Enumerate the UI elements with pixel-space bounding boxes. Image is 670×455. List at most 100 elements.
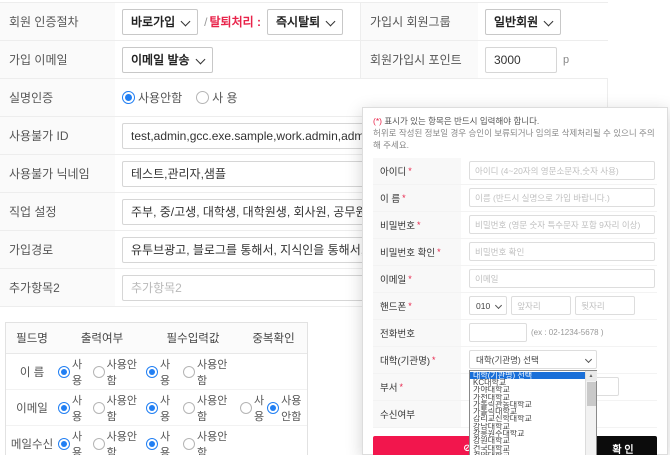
confirm-button[interactable]: 확 인 <box>589 435 657 455</box>
radio-use[interactable] <box>58 401 70 414</box>
radio-label: 사용안함 <box>281 394 302 423</box>
dropdown-option[interactable]: 강남대학교 <box>470 423 585 430</box>
popup-row-phone: 핸드폰 * 010 <box>373 292 657 320</box>
tel-hint: (ex : 02-1234-5678 ) <box>531 328 604 338</box>
field-radio-cell: 사용 사용안함 <box>146 428 240 455</box>
group-label: 가입시 회원그룹 <box>360 3 478 40</box>
field-table-header: 필드명 출력여부 필수입력값 중복확인 <box>6 323 307 354</box>
radio-use[interactable] <box>240 401 252 414</box>
phone-last-input[interactable] <box>575 296 636 316</box>
required-mark: * <box>416 219 421 230</box>
popup-row-tel: 전화번호 (ex : 02-1234-5678 ) <box>373 319 657 347</box>
auth-select[interactable]: 바로가입 <box>122 8 199 35</box>
row-auth: 회원 인증절차 바로가입 / 탈퇴처리 : 즉시탈퇴 가입시 회원그룹 일반회원 <box>0 3 608 41</box>
university-listbox-options: 대학(기관명) 선택 KC대학교 가야대학교 가천대학교 가톨릭관동대학교 가톨릭대학교 감… <box>470 371 585 455</box>
radio-nouse[interactable] <box>92 365 105 378</box>
dropdown-option[interactable]: 가천대학교 <box>470 394 585 401</box>
field-table-row: 이메일 사용 사용안함 사용 사용안함 사용 사용안함 <box>6 390 307 426</box>
popup-notice: (*) 표시가 있는 항목은 반드시 입력해야 합니다. 허위로 작성된 정보일… <box>373 116 657 152</box>
radio-use[interactable] <box>58 437 70 450</box>
required-mark: * <box>437 246 441 257</box>
radio-label: 사용안함 <box>106 358 138 387</box>
banned-id-label: 사용불가 ID <box>0 117 115 154</box>
name-input[interactable] <box>469 188 655 208</box>
radio-nouse[interactable] <box>92 437 105 450</box>
radio-nouse[interactable] <box>182 401 195 414</box>
radio-item: 사용 <box>146 392 180 424</box>
radio-label: 사용 <box>72 430 83 455</box>
point-unit: p <box>563 53 570 66</box>
realname-radio-use[interactable] <box>196 91 210 104</box>
email-label: 이메일 <box>380 274 407 286</box>
field-config-table: 필드명 출력여부 필수입력값 중복확인 이 름 사용 사용안함 사용 사용안함 이메일 사용… <box>5 322 308 455</box>
password-input[interactable] <box>469 215 655 235</box>
dropdown-option[interactable]: KC대학교 <box>470 379 585 386</box>
university-select[interactable]: 대학(기관명) 선택 <box>469 350 597 370</box>
popup-row-email: 이메일 * <box>373 265 657 293</box>
radio-use[interactable] <box>58 365 70 378</box>
radio-use[interactable] <box>146 401 158 414</box>
field-table-row: 이 름 사용 사용안함 사용 사용안함 <box>6 354 307 390</box>
radio-item: 사용안함 <box>92 392 143 424</box>
password-confirm-input[interactable] <box>469 242 655 262</box>
radio-item: 사용안함 <box>182 428 237 455</box>
required-mark: * <box>408 273 412 284</box>
banned-nick-label: 사용불가 닉네임 <box>0 155 115 192</box>
member-group-select[interactable]: 일반회원 <box>485 8 562 35</box>
withdraw-select[interactable]: 즉시탈퇴 <box>267 8 344 35</box>
id-input[interactable] <box>469 161 655 181</box>
dropdown-option[interactable]: 가톨릭대학교 <box>470 408 585 415</box>
auth-label: 회원 인증절차 <box>0 3 115 40</box>
signup-popup: (*) 표시가 있는 항목은 반드시 입력해야 합니다. 허위로 작성된 정보일… <box>362 107 668 455</box>
radio-label: 사용 <box>160 430 171 455</box>
required-mark: * <box>408 165 412 176</box>
scroll-up-icon[interactable]: ▲ <box>585 370 597 381</box>
email-input[interactable] <box>469 269 655 289</box>
field-table-body: 이 름 사용 사용안함 사용 사용안함 이메일 사용 사용안함 사용 사용안함 사용 사용안함 메일수신… <box>6 354 307 455</box>
radio-item: 사용 <box>58 356 90 388</box>
id-label: 아이디 <box>380 166 407 178</box>
dropdown-option[interactable]: 강릉원주대학교 <box>470 430 585 437</box>
join-path-label: 가입경로 <box>0 231 115 268</box>
extra2-label: 추가항목2 <box>0 269 115 306</box>
field-radio-cell: 사용 사용안함 <box>58 356 146 388</box>
university-label: 대학(기관명) <box>380 355 431 367</box>
header-required: 필수입력값 <box>166 333 220 345</box>
radio-label: 사용안함 <box>106 394 138 423</box>
radio-use[interactable] <box>146 365 158 378</box>
required-mark: * <box>402 192 406 203</box>
radio-item: 사용안함 <box>267 392 304 424</box>
dropdown-option[interactable]: 대학(기관명) 선택 <box>470 371 585 379</box>
dropdown-option[interactable]: 감리교신학대학교 <box>470 415 585 422</box>
phone-prefix-select[interactable]: 010 <box>469 296 508 316</box>
listbox-scrollbar[interactable]: ▲ <box>585 370 597 455</box>
scrollbar-thumb[interactable] <box>586 381 596 406</box>
dropdown-option[interactable]: 건국대학교 <box>470 445 585 452</box>
radio-label: 사용안함 <box>196 358 228 387</box>
university-listbox: 대학(기관명) 선택 KC대학교 가야대학교 가천대학교 가톨릭관동대학교 가톨릭대학교 감… <box>469 369 597 455</box>
required-mark: * <box>408 300 412 311</box>
radio-use[interactable] <box>146 437 158 450</box>
realname-label: 실명인증 <box>0 79 115 116</box>
radio-nouse[interactable] <box>92 401 105 414</box>
dropdown-option[interactable]: 가야대학교 <box>470 386 585 393</box>
tel-input[interactable] <box>469 323 527 343</box>
join-email-select[interactable]: 이메일 발송 <box>122 46 213 73</box>
dropdown-option[interactable]: 가톨릭관동대학교 <box>470 401 585 408</box>
join-email-label: 가입 이메일 <box>0 41 115 78</box>
row-email: 가입 이메일 이메일 발송 회원가입시 포인트 p <box>0 41 608 79</box>
dropdown-option[interactable]: 강원대학교 <box>470 437 585 444</box>
radio-label: 사용안함 <box>196 394 228 423</box>
radio-nouse[interactable] <box>182 437 195 450</box>
header-field-name: 필드명 <box>16 333 48 345</box>
radio-item: 사용안함 <box>182 392 237 424</box>
radio-nouse[interactable] <box>182 365 195 378</box>
realname-radio-nouse[interactable] <box>122 91 135 104</box>
withdraw-label: 탈퇴처리 : <box>209 15 262 29</box>
radio-nouse[interactable] <box>267 401 280 414</box>
realname-nouse-label: 사용안함 <box>138 91 183 105</box>
phone-mid-input[interactable] <box>511 296 572 316</box>
page: 회원 인증절차 바로가입 / 탈퇴처리 : 즉시탈퇴 가입시 회원그룹 일반회원 … <box>0 0 670 455</box>
field-radio-cell: 사용 사용안함 <box>146 392 240 424</box>
point-input[interactable] <box>485 46 557 73</box>
